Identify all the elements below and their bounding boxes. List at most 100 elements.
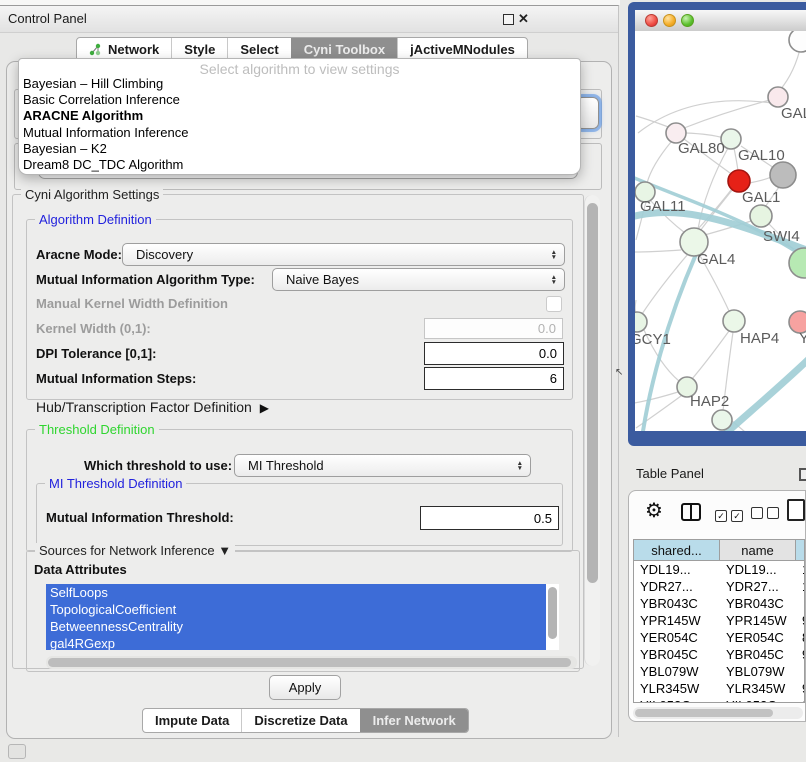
table-cell[interactable]: 9. (796, 646, 805, 663)
select-all-checkboxes-icon[interactable]: ✓✓ (715, 506, 747, 524)
tab-impute-data[interactable]: Impute Data (143, 709, 241, 732)
new-table-icon[interactable] (787, 499, 805, 521)
table-cell[interactable]: YLR345W (720, 680, 796, 697)
network-node[interactable] (635, 312, 647, 332)
network-node[interactable] (768, 87, 788, 107)
table-cell[interactable]: YER054C (634, 629, 720, 646)
table-cell[interactable]: 13 (796, 561, 805, 578)
table-cell[interactable] (796, 663, 805, 680)
network-node-label: HAP4 (740, 330, 779, 347)
table-cell[interactable]: 9. (796, 680, 805, 697)
table-row[interactable]: YDL19...YDL19...13 (634, 561, 804, 578)
manual-kernel-checkbox[interactable] (546, 296, 562, 312)
network-node[interactable] (789, 31, 806, 52)
table-cell[interactable]: YBL079W (720, 663, 796, 680)
sources-group-title[interactable]: Sources for Network Inference ▼ (35, 543, 235, 558)
attributes-scrollbar[interactable] (546, 584, 559, 650)
table-cell[interactable]: YBR045C (634, 646, 720, 663)
table-cell[interactable]: YIL052C (720, 697, 796, 703)
table-cell[interactable]: YDR27... (720, 578, 796, 595)
apply-button[interactable]: Apply (269, 675, 341, 700)
table-column-header[interactable]: A (796, 540, 805, 561)
settings-scrollbar-thumb[interactable] (587, 203, 598, 583)
network-icon (89, 43, 102, 56)
attributes-hscrollbar[interactable] (46, 656, 577, 669)
table-cell[interactable]: YDL19... (720, 561, 796, 578)
dropdown-item-aracne[interactable]: ARACNE Algorithm (19, 108, 580, 124)
network-node[interactable] (723, 310, 745, 332)
table-panel-float-icon[interactable] (799, 468, 806, 481)
dropdown-item-bayesian-k2[interactable]: Bayesian – K2 (19, 141, 580, 157)
collapsed-panel-icon[interactable] (8, 744, 26, 759)
tab-infer-network[interactable]: Infer Network (360, 709, 468, 732)
network-edge (635, 250, 681, 252)
columns-icon[interactable] (681, 503, 701, 521)
table-cell[interactable]: 9. (796, 697, 805, 703)
attribute-item-gal4rgexp[interactable]: gal4RGexp (46, 635, 546, 650)
tab-discretize-data[interactable]: Discretize Data (241, 709, 359, 732)
table-row[interactable]: YIL052CYIL052C9. (634, 697, 804, 703)
table-cell[interactable] (796, 595, 805, 612)
mi-steps-field[interactable]: 6 (424, 367, 564, 390)
table-row[interactable]: YDR27...YDR27...12 (634, 578, 804, 595)
attribute-item-selfloops[interactable]: SelfLoops (46, 584, 546, 601)
table-column-header[interactable]: shared... (634, 540, 720, 561)
table-row[interactable]: YBL079WYBL079W (634, 663, 804, 680)
dropdown-item-dream8[interactable]: Dream8 DC_TDC Algorithm (19, 157, 580, 173)
threshold-select[interactable]: MI Threshold ▲▼ (234, 454, 531, 477)
table-cell[interactable]: YER054C (720, 629, 796, 646)
table-column-header[interactable]: name (720, 540, 796, 561)
close-window-icon[interactable] (645, 14, 658, 27)
table-row[interactable]: YER054CYER054C8. (634, 629, 804, 646)
table-cell[interactable]: YBR043C (720, 595, 796, 612)
gear-icon[interactable]: ⚙ (645, 499, 663, 523)
table-cell[interactable]: 8. (796, 629, 805, 646)
mi-type-select[interactable]: Naive Bayes ▲▼ (272, 268, 565, 291)
table-hscrollbar-thumb[interactable] (635, 709, 773, 717)
table-cell[interactable]: YPR145W (720, 612, 796, 629)
table-cell[interactable]: YBR043C (634, 595, 720, 612)
minimize-window-icon[interactable] (663, 14, 676, 27)
combo-arrows-icon: ▲▼ (551, 250, 557, 260)
settings-scrollbar[interactable] (584, 195, 600, 666)
network-node[interactable] (750, 205, 772, 227)
table-cell[interactable]: YDR27... (634, 578, 720, 595)
network-node[interactable] (789, 248, 806, 278)
hub-definition-toggle[interactable]: Hub/Transcription Factor Definition▶ (36, 399, 269, 415)
attributes-hscrollbar-thumb[interactable] (48, 658, 571, 667)
network-view-window[interactable]: GALGAL80GAL10GAL1GAL11SWI4GAL4GCY1HAP4YH… (628, 2, 806, 446)
table-cell[interactable]: YDL19... (634, 561, 720, 578)
table-row[interactable]: YPR145WYPR145W9. (634, 612, 804, 629)
table-row[interactable]: YBR043CYBR043C (634, 595, 804, 612)
dropdown-item-mutual-information[interactable]: Mutual Information Inference (19, 125, 580, 141)
dropdown-item-basic-correlation[interactable]: Basic Correlation Inference (19, 92, 580, 108)
float-panel-icon[interactable] (503, 14, 514, 25)
cyni-algorithm-settings-title: Cyni Algorithm Settings (21, 187, 163, 202)
table-cell[interactable]: YIL052C (634, 697, 720, 703)
table-cell[interactable]: 9. (796, 612, 805, 629)
kernel-width-field[interactable]: 0.0 (424, 318, 563, 339)
table-cell[interactable]: 12 (796, 578, 805, 595)
network-node-label: HAP2 (690, 393, 729, 410)
network-node[interactable] (712, 410, 732, 430)
deselect-all-checkboxes-icon[interactable] (751, 506, 783, 524)
combo-arrows-icon: ▲▼ (517, 461, 523, 471)
attributes-scrollbar-thumb[interactable] (548, 587, 557, 639)
table-row[interactable]: YLR345WYLR345W9. (634, 680, 804, 697)
close-panel-icon[interactable]: ✕ (518, 11, 529, 27)
attribute-item-topologicalcoefficient[interactable]: TopologicalCoefficient (46, 601, 546, 618)
table-row[interactable]: YBR045CYBR045C9. (634, 646, 804, 663)
network-canvas[interactable]: GALGAL80GAL10GAL1GAL11SWI4GAL4GCY1HAP4YH… (635, 31, 806, 431)
table-cell[interactable]: YBR045C (720, 646, 796, 663)
attribute-item-betweennesscentrality[interactable]: BetweennessCentrality (46, 618, 546, 635)
mi-threshold-field[interactable]: 0.5 (420, 506, 559, 530)
network-node[interactable] (770, 162, 796, 188)
dpi-tolerance-field[interactable]: 0.0 (424, 342, 564, 365)
zoom-window-icon[interactable] (681, 14, 694, 27)
dropdown-item-bayesian-hill-climbing[interactable]: Bayesian – Hill Climbing (19, 76, 580, 92)
table-cell[interactable]: YPR145W (634, 612, 720, 629)
table-cell[interactable]: YBL079W (634, 663, 720, 680)
table-cell[interactable]: YLR345W (634, 680, 720, 697)
aracne-mode-select[interactable]: Discovery ▲▼ (122, 243, 565, 266)
table-hscrollbar[interactable] (633, 707, 803, 719)
